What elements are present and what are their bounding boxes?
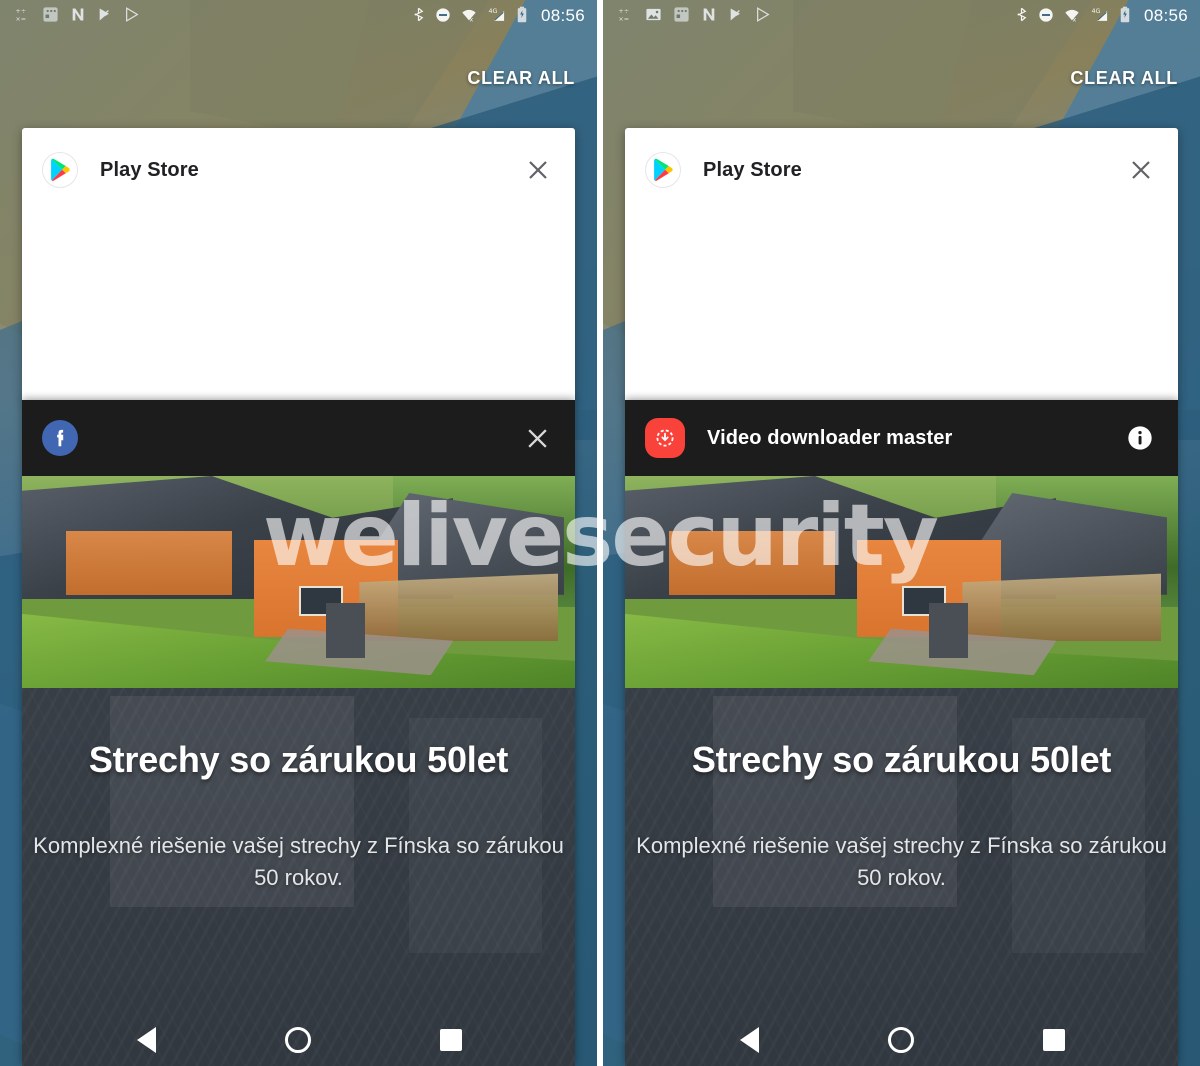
navigation-bar-left <box>0 1014 597 1066</box>
phone-screenshot-right: +÷ ×= x 4G 08:56 CLEAR ALL Play Store Vi… <box>603 0 1200 1066</box>
ad-promo-body: Strechy so zárukou 50let Komplexné rieše… <box>22 688 575 1066</box>
phone-screenshot-left: +÷ ×= x 4G 08:56 CLEAR ALL Play Store St… <box>0 0 597 1066</box>
close-icon[interactable] <box>1124 153 1158 187</box>
calculator-icon: +÷ ×= <box>14 6 31 26</box>
network-4g-icon: 4G <box>487 6 507 26</box>
play-store-icon <box>645 152 681 188</box>
video-downloader-icon <box>645 418 685 458</box>
status-clock: 08:56 <box>540 6 585 25</box>
status-clock: 08:56 <box>1143 6 1188 25</box>
svg-text:×=: ×= <box>15 15 26 23</box>
recents-card-stack-left: Play Store Strechy so zárukou 50let Komp… <box>22 128 575 1066</box>
svg-text:x: x <box>470 16 474 22</box>
wifi-off-icon: x <box>460 7 478 26</box>
recents-card-ad[interactable]: Strechy so zárukou 50let Komplexné rieše… <box>22 400 575 1066</box>
nav-home-button[interactable] <box>270 1017 326 1063</box>
clear-all-button[interactable]: CLEAR ALL <box>467 68 575 89</box>
nav-recents-button[interactable] <box>423 1017 479 1063</box>
ad-promo-heading: Strechy so zárukou 50let <box>691 739 1112 780</box>
n-app-icon <box>701 6 717 26</box>
do-not-disturb-icon <box>1038 7 1054 26</box>
svg-text:+÷: +÷ <box>618 7 629 15</box>
card-title: Play Store <box>703 158 802 181</box>
photo-icon <box>645 6 662 26</box>
svg-text:+÷: +÷ <box>15 7 26 15</box>
close-icon[interactable] <box>521 153 555 187</box>
calculator-icon: +÷ ×= <box>617 6 634 26</box>
ad-photo-house <box>625 476 1178 688</box>
check-app-icon <box>97 6 113 26</box>
navigation-bar-right <box>603 1014 1200 1066</box>
ad-photo-house <box>22 476 575 688</box>
info-icon[interactable] <box>1122 420 1158 456</box>
n-app-icon <box>70 6 86 26</box>
nav-back-button[interactable] <box>118 1017 174 1063</box>
wifi-off-icon: x <box>1063 7 1081 26</box>
clear-all-button[interactable]: CLEAR ALL <box>1070 68 1178 89</box>
bluetooth-icon <box>1014 6 1029 26</box>
nav-back-button[interactable] <box>721 1017 777 1063</box>
recents-card-play-store[interactable]: Play Store <box>22 128 575 400</box>
svg-text:4G: 4G <box>488 7 497 15</box>
svg-text:x: x <box>1073 16 1077 22</box>
ad-promo-body-text: Komplexné riešenie vašej strechy z Fínsk… <box>33 832 564 891</box>
nav-home-button[interactable] <box>873 1017 929 1063</box>
ad-card-header <box>22 400 575 476</box>
network-4g-icon: 4G <box>1090 6 1110 26</box>
recents-card-play-store[interactable]: Play Store <box>625 128 1178 400</box>
status-bar-left: +÷ ×= x 4G 08:56 <box>0 0 597 32</box>
status-bar-right: +÷ ×= x 4G 08:56 <box>603 0 1200 32</box>
ad-card-title: Video downloader master <box>707 426 953 449</box>
do-not-disturb-icon <box>435 7 451 26</box>
panel-divider <box>597 0 603 1066</box>
recents-card-stack-right: Play Store Video downloader master Strec… <box>625 128 1178 1066</box>
ad-card-header: Video downloader master <box>625 400 1178 476</box>
play-store-icon <box>42 152 78 188</box>
card-header: Play Store <box>22 128 575 212</box>
card-title: Play Store <box>100 158 199 181</box>
close-icon[interactable] <box>519 420 555 456</box>
nav-recents-button[interactable] <box>1026 1017 1082 1063</box>
bluetooth-icon <box>411 6 426 26</box>
recents-card-ad[interactable]: Video downloader master Strechy so záruk <box>625 400 1178 1066</box>
ad-promo-body: Strechy so zárukou 50let Komplexné rieše… <box>625 688 1178 1066</box>
check-app-icon <box>728 6 744 26</box>
facebook-icon <box>42 420 78 456</box>
package-installer-icon <box>673 6 690 26</box>
package-installer-icon <box>42 6 59 26</box>
play-store-icon <box>124 6 140 26</box>
screenshot-comparison: +÷ ×= x 4G 08:56 CLEAR ALL Play Store St… <box>0 0 1200 1066</box>
card-header: Play Store <box>625 128 1178 212</box>
ad-promo-body-text: Komplexné riešenie vašej strechy z Fínsk… <box>636 832 1167 891</box>
ad-promo-heading: Strechy so zárukou 50let <box>88 739 509 780</box>
svg-text:4G: 4G <box>1091 7 1100 15</box>
play-store-icon <box>755 6 771 26</box>
battery-charging-icon <box>1119 6 1131 26</box>
svg-text:×=: ×= <box>618 15 629 23</box>
battery-charging-icon <box>516 6 528 26</box>
